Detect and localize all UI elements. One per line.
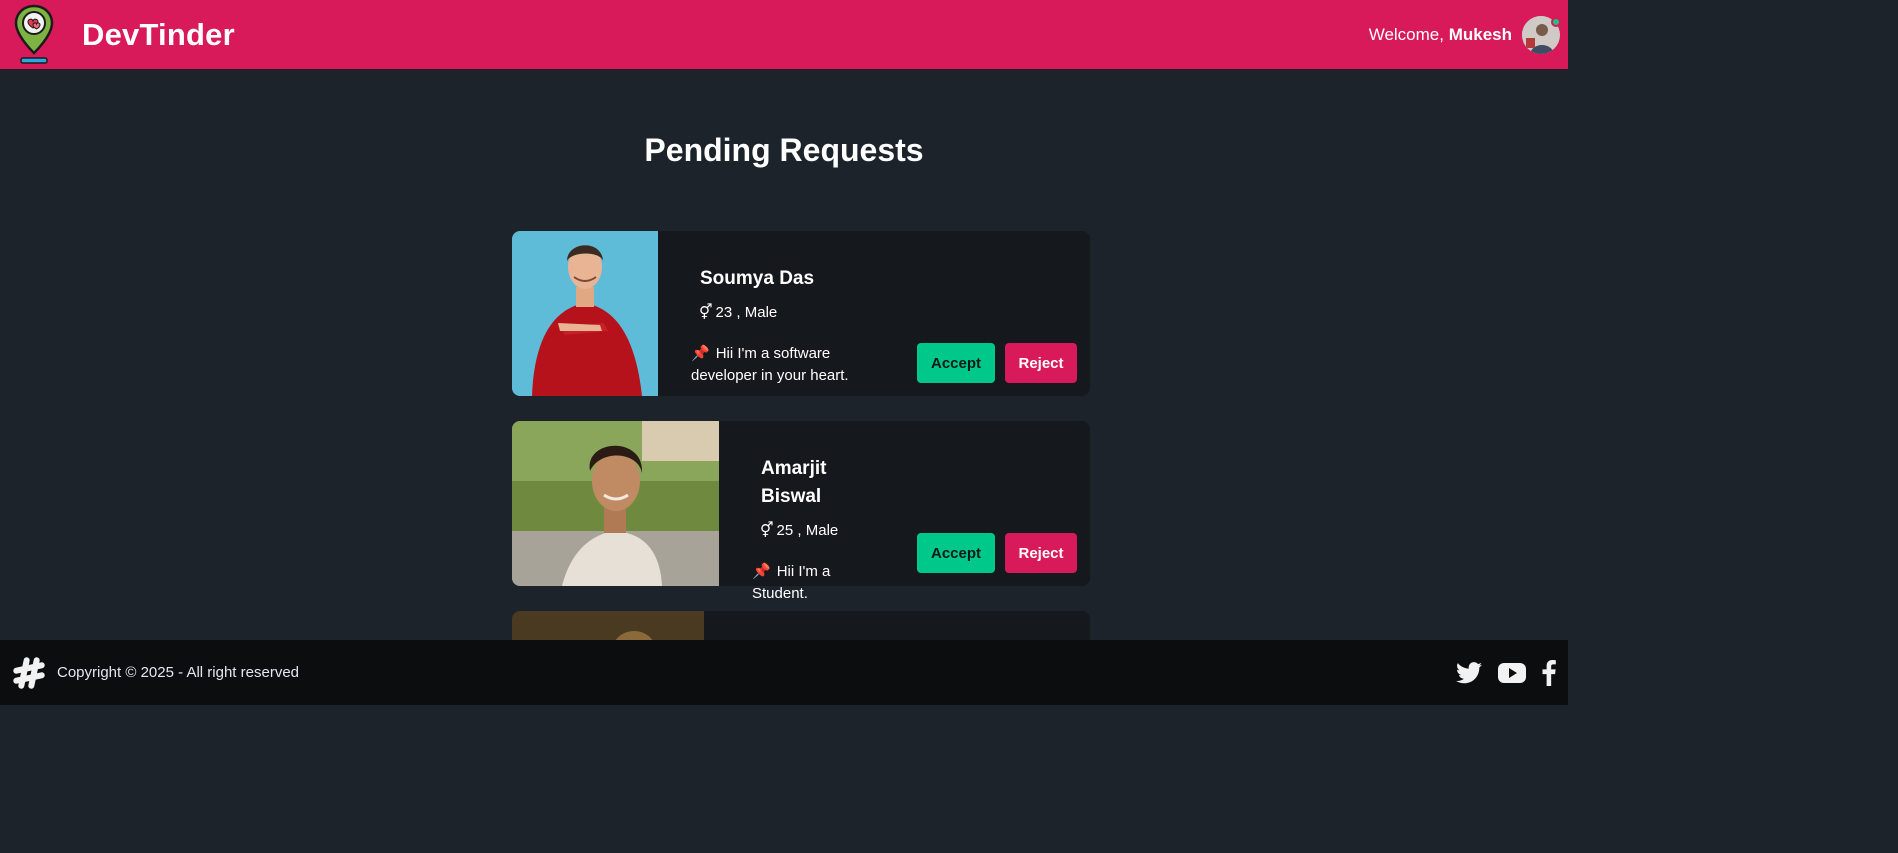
bio-text: Hii I'm a software developer in your hea… [691,345,849,384]
welcome-prefix: Welcome, [1368,24,1449,44]
request-bio: 📌 Hii I'm a software developer in your he… [691,343,871,387]
brand-name: DevTinder [82,16,235,52]
profile-photo [512,231,658,396]
user-area: Welcome, Mukesh [1369,15,1561,54]
reject-button[interactable]: Reject [1005,533,1077,573]
social-links [1456,659,1556,686]
age-gender-text: 23 , Male [715,303,778,321]
brand[interactable]: DevTinder [12,3,235,67]
online-status-dot [1551,16,1561,27]
gender-icon: ⚥ [699,304,713,321]
pushpin-icon: 📌 [691,345,710,362]
profile-photo-image [512,231,658,396]
gender-icon: ⚥ [760,522,774,539]
request-age-gender: ⚥ 25 , Male [760,521,839,540]
footer-left: Copyright © 2025 - All right reserved [10,654,299,692]
request-bio: 📌 Hii I'm a Student. [752,561,852,605]
request-card: Soumya Das ⚥ 23 , Male 📌 Hii I'm a softwa… [512,231,1090,396]
profile-photo-image [512,421,719,586]
request-name: Soumya Das [700,268,815,289]
copyright-text: Copyright © 2025 - All right reserved [57,664,299,681]
user-avatar[interactable] [1522,15,1561,54]
profile-photo [512,421,719,586]
accept-button[interactable]: Accept [917,343,995,383]
facebook-icon[interactable] [1542,659,1556,686]
reject-button[interactable]: Reject [1005,343,1077,383]
accept-button[interactable]: Accept [917,533,995,573]
card-body: Amarjit Biswal ⚥ 25 , Male 📌 Hii I'm a St… [719,421,1090,602]
age-gender-text: 25 , Male [776,521,839,539]
request-card: Amarjit Biswal ⚥ 25 , Male 📌 Hii I'm a St… [512,421,1090,602]
username: Mukesh [1448,24,1512,44]
youtube-icon[interactable] [1498,662,1526,684]
hashtag-icon [13,656,45,689]
twitter-icon[interactable] [1456,661,1482,684]
welcome-text: Welcome, Mukesh [1369,25,1512,45]
navbar: DevTinder Welcome, Mukesh [0,0,1568,70]
request-age-gender: ⚥ 23 , Male [699,303,778,322]
pushpin-icon: 📌 [752,563,771,580]
card-body: Soumya Das ⚥ 23 , Male 📌 Hii I'm a softwa… [658,231,1090,396]
footer: Copyright © 2025 - All right reserved [0,640,1568,705]
request-name: Amarjit Biswal [761,458,827,507]
page-title: Pending Requests [644,132,924,168]
location-heart-icon [14,4,54,64]
